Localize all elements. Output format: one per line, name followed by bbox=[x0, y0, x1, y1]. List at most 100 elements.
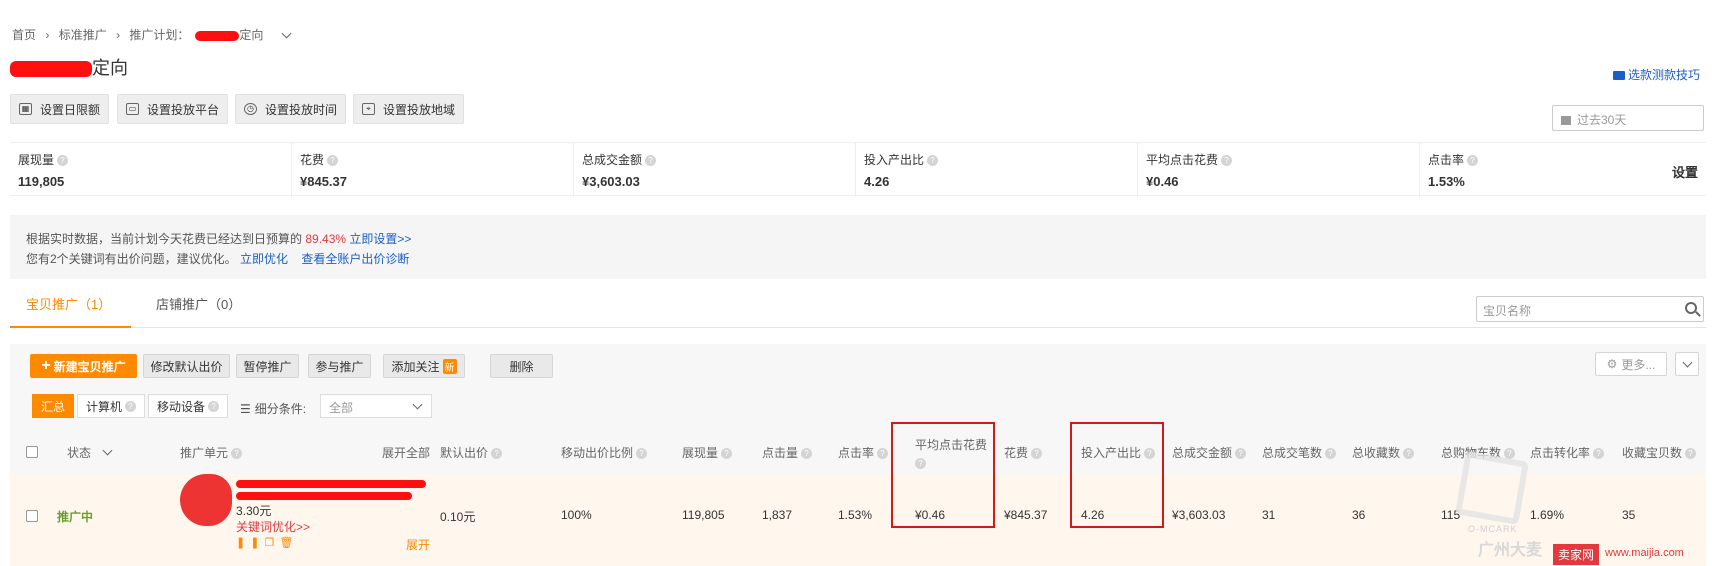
watermark-logo bbox=[1454, 450, 1530, 526]
col-fav[interactable]: 总收藏数? bbox=[1352, 444, 1415, 461]
kpi-summary: 展现量? 119,805 花费? ¥845.37 总成交金额? ¥3,603.0… bbox=[10, 142, 1706, 197]
item-search-input[interactable]: 宝贝名称 bbox=[1476, 296, 1704, 322]
col-label: 推广单元 bbox=[180, 446, 229, 460]
kpi-label: 投入产出比 bbox=[864, 153, 925, 167]
set-platform-button[interactable]: ▭ 设置投放平台 bbox=[117, 94, 229, 124]
kpi-cpc: 平均点击花费? ¥0.46 bbox=[1138, 143, 1420, 197]
set-time-button[interactable]: ◷ 设置投放时间 bbox=[235, 94, 347, 124]
notice-panel: 根据实时数据，当前计划今天花费已经达到日预算的 89.43% 立即设置>> 您有… bbox=[10, 215, 1706, 279]
col-status[interactable]: 状态 bbox=[67, 444, 113, 461]
site-url: www.maijia.com bbox=[1605, 547, 1684, 559]
col-impressions[interactable]: 展现量? bbox=[682, 444, 733, 461]
button-label: 设置投放地域 bbox=[383, 102, 456, 117]
set-now-link[interactable]: 立即设置>> bbox=[349, 232, 411, 246]
tips-link-label: 选款测款技巧 bbox=[1627, 68, 1700, 82]
col-clicks[interactable]: 点击量? bbox=[762, 444, 813, 461]
col-label: 点击转化率 bbox=[1530, 446, 1591, 460]
plus-icon: + bbox=[41, 357, 51, 374]
help-icon: ? bbox=[491, 448, 503, 460]
kpi-label: 花费 bbox=[300, 153, 325, 167]
delete-button[interactable]: 删除 bbox=[490, 354, 553, 378]
tab-item-promotion[interactable]: 宝贝推广（1） bbox=[10, 294, 131, 328]
col-ctr[interactable]: 点击率? bbox=[838, 444, 889, 461]
button-label: 新建宝贝推广 bbox=[53, 359, 126, 374]
kpi-settings-button[interactable]: 设置 bbox=[1672, 162, 1698, 181]
collapse-toggle[interactable] bbox=[1675, 352, 1699, 376]
new-badge: 新 bbox=[442, 358, 457, 374]
row-checkbox[interactable] bbox=[26, 510, 38, 522]
tab-computer[interactable]: 计算机? bbox=[77, 394, 146, 418]
product-thumbnail[interactable] bbox=[180, 474, 232, 526]
tips-link[interactable]: 选款测款技巧 bbox=[1612, 66, 1700, 83]
date-range-value: 过去30天 bbox=[1577, 113, 1627, 127]
notice-line-2: 您有2个关键词有出价问题，建议优化。 立即优化 查看全账户出价诊断 bbox=[26, 249, 1690, 269]
help-icon: ? bbox=[1325, 448, 1337, 460]
kpi-label: 点击率 bbox=[1428, 153, 1465, 167]
col-mobile-ratio[interactable]: 移动出价比例? bbox=[561, 444, 648, 461]
help-icon: ? bbox=[125, 400, 137, 412]
more-button[interactable]: ⚙ 更多... bbox=[1595, 352, 1667, 376]
breadcrumb-plan-suffix[interactable]: 定向 bbox=[239, 28, 263, 42]
help-icon: ? bbox=[721, 448, 733, 460]
orders-value: 31 bbox=[1262, 508, 1276, 522]
set-daily-limit-button[interactable]: ▦ 设置日限额 bbox=[10, 94, 110, 124]
mobile-ratio-value: 100% bbox=[561, 508, 592, 522]
notice-text: 您有2个关键词有出价问题，建议优化。 bbox=[26, 252, 237, 266]
help-icon[interactable]: ? bbox=[1467, 155, 1479, 167]
optimize-now-link[interactable]: 立即优化 bbox=[240, 252, 288, 266]
col-cost[interactable]: 花费? bbox=[1004, 444, 1043, 461]
chevron-down-icon bbox=[1682, 357, 1692, 367]
help-icon: ? bbox=[208, 400, 220, 412]
button-label: 设置日限额 bbox=[40, 102, 101, 117]
copy-icon[interactable]: ❐ bbox=[264, 537, 279, 549]
breadcrumb-home[interactable]: 首页 bbox=[12, 28, 36, 42]
account-bid-diagnosis-link[interactable]: 查看全账户出价诊断 bbox=[301, 252, 409, 266]
col-cvr[interactable]: 点击转化率? bbox=[1530, 444, 1605, 461]
expand-all-link[interactable]: 展开全部 bbox=[382, 444, 430, 461]
expand-link[interactable]: 展开 bbox=[406, 536, 430, 553]
kpi-cost: 花费? ¥845.37 bbox=[292, 143, 574, 197]
help-icon[interactable]: ? bbox=[57, 155, 69, 167]
chevron-down-icon[interactable] bbox=[281, 28, 292, 39]
default-bid-value[interactable]: 0.10元 bbox=[440, 508, 475, 525]
trash-icon[interactable]: 🗑 bbox=[279, 537, 298, 549]
monitor-icon: ▭ bbox=[126, 103, 139, 115]
col-fav-items[interactable]: 收藏宝贝数? bbox=[1622, 444, 1697, 461]
video-icon bbox=[1612, 71, 1625, 81]
status-badge: 推广中 bbox=[57, 510, 94, 524]
help-icon: ? bbox=[801, 448, 813, 460]
tab-mobile[interactable]: 移动设备? bbox=[148, 394, 229, 418]
col-label: 状态 bbox=[67, 446, 92, 460]
col-default-bid[interactable]: 默认出价? bbox=[440, 444, 503, 461]
help-icon[interactable]: ? bbox=[1221, 155, 1233, 167]
select-all-checkbox[interactable] bbox=[26, 446, 38, 458]
help-icon[interactable]: ? bbox=[645, 155, 657, 167]
tab-summary[interactable]: 汇总 bbox=[32, 394, 75, 418]
breadcrumb-standard[interactable]: 标准推广 bbox=[59, 28, 107, 42]
pause-icon[interactable]: ❚❚ bbox=[236, 537, 264, 549]
tab-label: 移动设备 bbox=[157, 399, 206, 414]
budget-percent: 89.43% bbox=[305, 232, 347, 246]
segment-condition: ☰ 细分条件: bbox=[240, 400, 306, 417]
keyword-optimize-link[interactable]: 关键词优化>> bbox=[236, 518, 310, 535]
pause-button[interactable]: 暂停推广 bbox=[236, 354, 299, 378]
modify-default-bid-button[interactable]: 修改默认出价 bbox=[143, 354, 230, 378]
add-watch-button[interactable]: 添加关注新 bbox=[383, 354, 465, 378]
redacted-name bbox=[195, 30, 240, 41]
col-orders[interactable]: 总成交笔数? bbox=[1262, 444, 1337, 461]
join-promotion-button[interactable]: 参与推广 bbox=[308, 354, 371, 378]
tab-store-promotion[interactable]: 店铺推广（0） bbox=[140, 294, 257, 328]
kpi-value: 119,805 bbox=[18, 174, 65, 189]
help-icon[interactable]: ? bbox=[327, 155, 339, 167]
date-range-picker[interactable]: 过去30天 bbox=[1552, 105, 1704, 131]
search-icon[interactable] bbox=[1685, 302, 1697, 314]
highlight-box-roi bbox=[1070, 422, 1164, 528]
help-icon[interactable]: ? bbox=[927, 155, 939, 167]
segment-label: 细分条件: bbox=[254, 402, 307, 416]
segment-select[interactable]: 全部 bbox=[320, 394, 432, 418]
button-label: 设置投放平台 bbox=[147, 102, 220, 117]
col-gmv[interactable]: 总成交金额? bbox=[1172, 444, 1247, 461]
new-item-promotion-button[interactable]: + 新建宝贝推广 bbox=[30, 354, 137, 378]
chevron-down-icon bbox=[412, 399, 423, 410]
set-region-button[interactable]: ⌖ 设置投放地域 bbox=[353, 94, 465, 124]
